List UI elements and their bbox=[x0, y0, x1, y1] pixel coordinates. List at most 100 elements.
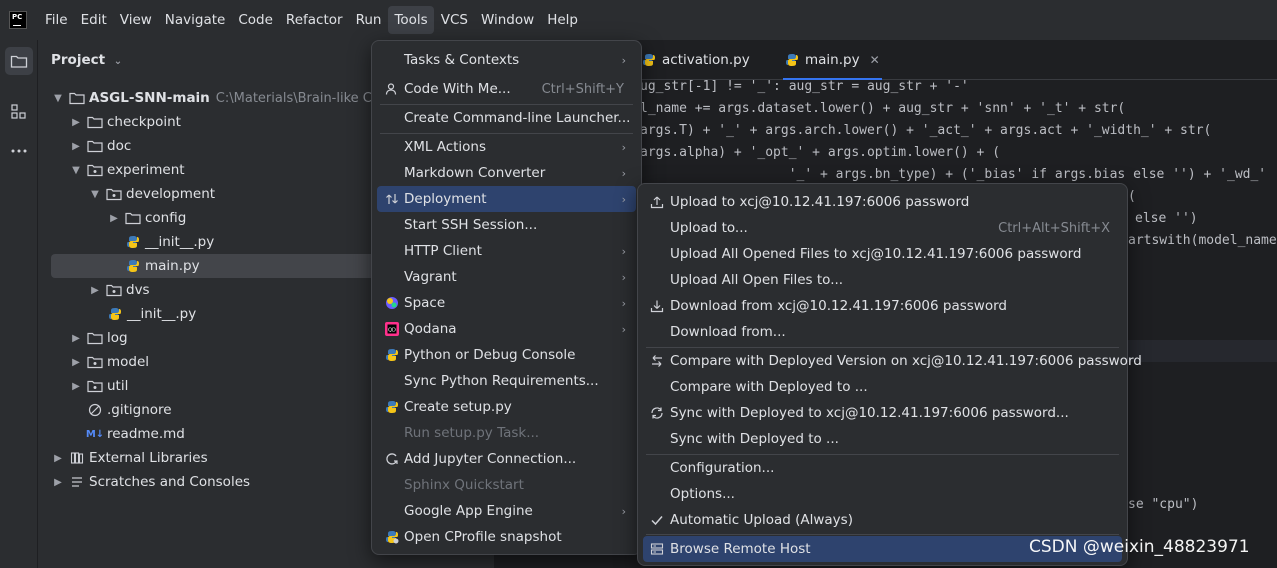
menu-item-sync-requirements[interactable]: Sync Python Requirements... bbox=[377, 368, 636, 394]
chevron-right-icon: › bbox=[621, 53, 626, 67]
menu-item-label: Vagrant bbox=[404, 269, 457, 285]
chevron-right-icon: › bbox=[621, 140, 626, 154]
menu-item-label: Create setup.py bbox=[404, 399, 512, 415]
menu-item-markdown-converter[interactable]: Markdown Converter › bbox=[377, 160, 636, 186]
menu-item-label: Space bbox=[404, 295, 446, 311]
tree-item-label: main.py bbox=[145, 258, 200, 274]
upload-icon bbox=[649, 194, 665, 210]
menu-refactor[interactable]: Refactor bbox=[280, 6, 349, 34]
menu-item-http-client[interactable]: HTTP Client › bbox=[377, 238, 636, 264]
chevron-right-icon[interactable]: ▶ bbox=[69, 115, 83, 129]
menu-item-vagrant[interactable]: Vagrant › bbox=[377, 264, 636, 290]
menu-item-run-setup-py-task: Run setup.py Task... bbox=[377, 420, 636, 446]
tree-item-label: ASGL-SNN-main bbox=[89, 90, 210, 106]
menu-item-label: Upload All Open Files to... bbox=[670, 272, 844, 288]
python-file-icon bbox=[125, 234, 141, 250]
menu-item-qodana[interactable]: QD Qodana › bbox=[377, 316, 636, 342]
menu-item-sync-with-deployed-to[interactable]: Sync with Deployed to ... bbox=[643, 426, 1122, 452]
project-panel-header[interactable]: Project ⌄ bbox=[51, 52, 122, 68]
menu-help[interactable]: Help bbox=[541, 6, 584, 34]
chevron-right-icon: › bbox=[621, 166, 626, 180]
menu-edit[interactable]: Edit bbox=[75, 6, 113, 34]
chevron-right-icon[interactable]: ▶ bbox=[69, 331, 83, 345]
chevron-right-icon[interactable]: ▶ bbox=[51, 451, 65, 465]
menu-item-google-app-engine[interactable]: Google App Engine › bbox=[377, 498, 636, 524]
menu-item-sync-with-deployed-host[interactable]: Sync with Deployed to xcj@10.12.41.197:6… bbox=[643, 400, 1122, 426]
project-tool-button[interactable] bbox=[5, 47, 33, 75]
menu-item-create-launcher[interactable]: Create Command-line Launcher... bbox=[377, 105, 636, 131]
menu-run[interactable]: Run bbox=[350, 6, 388, 34]
menu-vcs[interactable]: VCS bbox=[435, 6, 474, 34]
menu-item-label: Configuration... bbox=[670, 460, 775, 476]
tab-activation-py[interactable]: activation.py bbox=[642, 40, 750, 80]
menu-item-label: HTTP Client bbox=[404, 243, 482, 259]
menu-item-open-cprofile[interactable]: Open CProfile snapshot bbox=[377, 524, 636, 550]
menu-navigate[interactable]: Navigate bbox=[159, 6, 232, 34]
menu-window[interactable]: Window bbox=[475, 6, 540, 34]
tab-main-py[interactable]: main.py ✕ bbox=[783, 40, 882, 80]
sync-icon bbox=[649, 405, 665, 421]
menu-item-upload-to-host[interactable]: Upload to xcj@10.12.41.197:6006 password bbox=[643, 189, 1122, 215]
chevron-right-icon: › bbox=[621, 244, 626, 258]
menu-item-xml-actions[interactable]: XML Actions › bbox=[377, 134, 636, 160]
structure-tool-button[interactable] bbox=[5, 98, 33, 126]
menu-item-label: Run setup.py Task... bbox=[404, 425, 540, 441]
menu-item-download-from-host[interactable]: Download from xcj@10.12.41.197:6006 pass… bbox=[643, 293, 1122, 319]
menu-item-deployment[interactable]: Deployment › bbox=[377, 186, 636, 212]
package-folder-icon bbox=[106, 282, 122, 298]
close-icon[interactable]: ✕ bbox=[870, 53, 880, 67]
menu-item-compare-deployed-to[interactable]: Compare with Deployed to ... bbox=[643, 374, 1122, 400]
menu-item-download-from[interactable]: Download from... bbox=[643, 319, 1122, 345]
menu-item-configuration[interactable]: Configuration... bbox=[643, 455, 1122, 481]
menu-code[interactable]: Code bbox=[232, 6, 279, 34]
structure-icon bbox=[11, 104, 26, 119]
tree-item-label: log bbox=[107, 330, 128, 346]
chevron-right-icon[interactable]: ▶ bbox=[88, 283, 102, 297]
folder-icon bbox=[87, 138, 103, 154]
chevron-right-icon[interactable]: ▶ bbox=[69, 139, 83, 153]
menu-item-label: Compare with Deployed to ... bbox=[670, 379, 868, 395]
menu-item-python-console[interactable]: Python or Debug Console bbox=[377, 342, 636, 368]
chevron-right-icon[interactable]: ▶ bbox=[51, 475, 65, 489]
menu-tools[interactable]: Tools bbox=[388, 6, 434, 34]
python-file-icon bbox=[642, 53, 656, 67]
folder-icon bbox=[87, 330, 103, 346]
library-icon bbox=[69, 450, 85, 466]
chevron-right-icon[interactable]: ▶ bbox=[69, 379, 83, 393]
chevron-down-icon[interactable]: ▼ bbox=[51, 91, 65, 105]
chevron-right-icon: › bbox=[621, 270, 626, 284]
more-tools-button[interactable] bbox=[5, 137, 33, 165]
menu-item-code-with-me[interactable]: Code With Me... Ctrl+Shift+Y bbox=[377, 76, 636, 102]
chevron-down-icon[interactable]: ▼ bbox=[69, 163, 83, 177]
menu-item-tasks-contexts[interactable]: Tasks & Contexts › bbox=[377, 47, 636, 73]
space-icon bbox=[384, 295, 400, 311]
menu-item-start-ssh[interactable]: Start SSH Session... bbox=[377, 212, 636, 238]
menu-item-create-setup-py[interactable]: Create setup.py bbox=[377, 394, 636, 420]
menu-item-upload-all-open-to[interactable]: Upload All Open Files to... bbox=[643, 267, 1122, 293]
tree-item-label: config bbox=[145, 210, 187, 226]
tree-item-label: experiment bbox=[107, 162, 185, 178]
menu-item-automatic-upload[interactable]: Automatic Upload (Always) bbox=[643, 507, 1122, 533]
menu-item-label: Markdown Converter bbox=[404, 165, 546, 181]
chevron-right-icon: › bbox=[621, 296, 626, 310]
chevron-right-icon[interactable]: ▶ bbox=[107, 211, 121, 225]
menu-item-label: Add Jupyter Connection... bbox=[404, 451, 577, 467]
folder-icon bbox=[125, 210, 141, 226]
package-folder-icon bbox=[87, 354, 103, 370]
menu-file[interactable]: File bbox=[39, 6, 74, 34]
more-icon bbox=[11, 149, 27, 153]
menu-view[interactable]: View bbox=[114, 6, 158, 34]
menu-item-upload-all-opened[interactable]: Upload All Opened Files to xcj@10.12.41.… bbox=[643, 241, 1122, 267]
menu-item-add-jupyter[interactable]: Add Jupyter Connection... bbox=[377, 446, 636, 472]
chevron-right-icon[interactable]: ▶ bbox=[69, 355, 83, 369]
chevron-down-icon[interactable]: ▼ bbox=[88, 187, 102, 201]
menu-item-options[interactable]: Options... bbox=[643, 481, 1122, 507]
tree-item-label: doc bbox=[107, 138, 132, 154]
menu-item-upload-to[interactable]: Upload to... Ctrl+Alt+Shift+X bbox=[643, 215, 1122, 241]
package-folder-icon bbox=[87, 162, 103, 178]
menu-item-compare-deployed-version[interactable]: Compare with Deployed Version on xcj@10.… bbox=[643, 348, 1142, 374]
folder-icon bbox=[69, 90, 85, 106]
menu-item-space[interactable]: Space › bbox=[377, 290, 636, 316]
tree-item-label: util bbox=[107, 378, 129, 394]
menu-item-label: Deployment bbox=[404, 191, 487, 207]
